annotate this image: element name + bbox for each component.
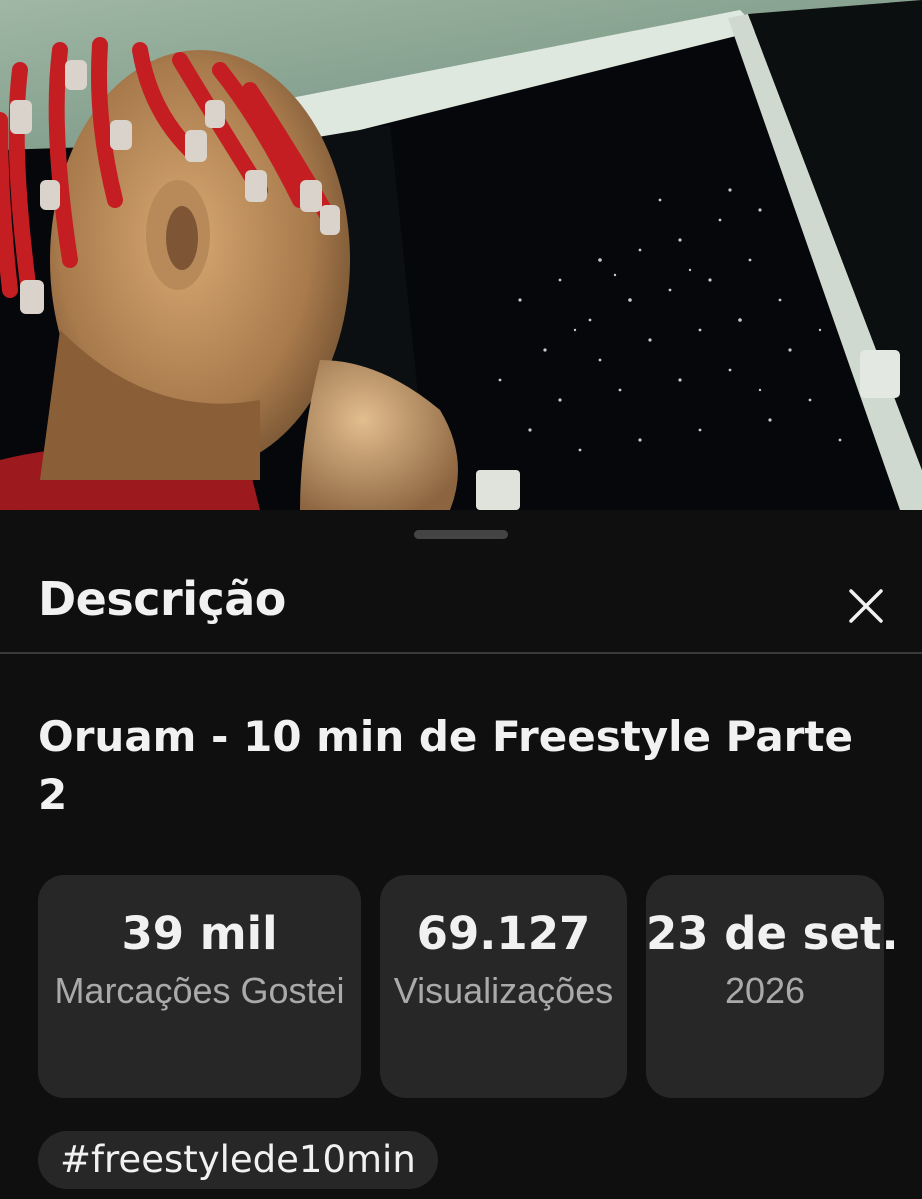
publish-year: 2026 xyxy=(724,970,806,1011)
likes-count: 39 mil xyxy=(121,907,278,960)
publish-date: 23 de set. xyxy=(646,907,899,960)
video-title: Oruam - 10 min de Freestyle Parte 2 xyxy=(38,712,853,819)
close-button[interactable] xyxy=(834,574,898,638)
video-player[interactable] xyxy=(0,0,922,510)
date-stat-card: 23 de set. 2026 xyxy=(646,875,899,1098)
likes-label: Marcações Gostei xyxy=(54,970,345,1011)
views-stat-card: 69.127 Visualizações xyxy=(380,875,627,1098)
close-icon xyxy=(849,589,883,623)
sheet-header: Descrição xyxy=(0,552,922,652)
drag-handle[interactable] xyxy=(414,530,508,539)
views-count: 69.127 xyxy=(416,907,591,960)
description-sheet: Descrição Oruam - 10 min de Freestyle Pa… xyxy=(0,510,922,1199)
video-frame xyxy=(0,0,922,510)
likes-stat-card: 39 mil Marcações Gostei xyxy=(38,875,361,1098)
views-label: Visualizações xyxy=(393,970,614,1011)
header-divider xyxy=(0,652,922,654)
sheet-title: Descrição xyxy=(38,572,286,626)
hashtag-chip[interactable]: #freestylede10min xyxy=(38,1131,438,1189)
